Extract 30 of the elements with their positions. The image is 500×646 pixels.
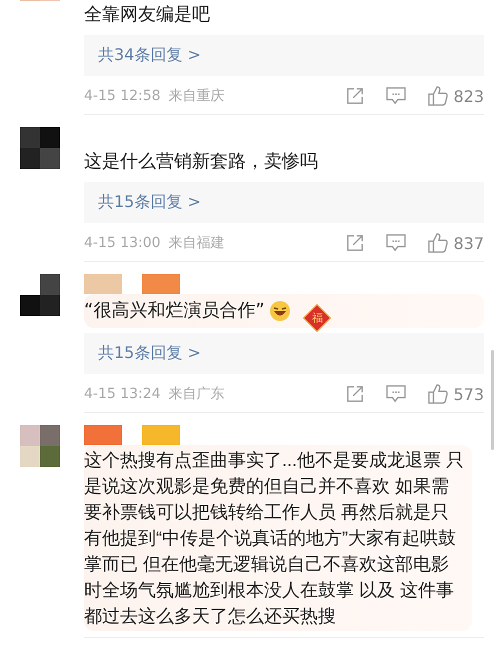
pixelated-avatar (20, 425, 60, 467)
comment-time: 4-15 13:00 (84, 235, 161, 251)
replies-link[interactable]: 共15条回复 > (84, 333, 484, 374)
pixelated-avatar (20, 274, 60, 316)
like-button[interactable]: 573 (428, 384, 484, 404)
scrollbar[interactable] (491, 350, 494, 450)
comment-time: 4-15 13:24 (84, 386, 161, 402)
share-icon[interactable] (346, 87, 364, 105)
thumbs-up-icon (428, 384, 448, 404)
fu-badge: 福 (302, 304, 331, 332)
comment-text: 这个热搜有点歪曲事实了...他不是要成龙退票 只是说这次观影是免费的但自己并不喜欢 如果需要补票钱可以把钱转给工作人员 再然后就是只有他提到“中传是个说真话的地方”大家有起哄鼓掌而已 但在他毫无逻辑说自己不喜欢这部电影时全场气氛尴尬到根本没人在鼓掌 以及 这件事都过去这么多天了怎么还买热搜 (84, 449, 466, 628)
like-button[interactable]: 837 (428, 233, 484, 253)
comment-time: 4-15 12:58 (84, 88, 161, 104)
thumbs-up-icon (428, 86, 448, 106)
comment-icon[interactable] (386, 385, 406, 403)
thumbs-up-icon (428, 233, 448, 253)
comment-text: 全靠网友编是吧 (84, 3, 210, 27)
comment-icon[interactable] (386, 234, 406, 252)
comment-text: “很高兴和烂演员合作” (84, 299, 265, 323)
comment-location: 来自重庆 (168, 87, 225, 105)
comment-location: 来自广东 (168, 385, 225, 403)
comment-text: 这是什么营销新套路，卖惨吗 (84, 150, 318, 174)
replies-link[interactable]: 共34条回复 > (84, 35, 484, 76)
like-button[interactable]: 823 (428, 86, 484, 106)
share-icon[interactable] (346, 234, 364, 252)
comment-icon[interactable] (386, 87, 406, 105)
comment-location: 来自福建 (168, 234, 225, 252)
share-icon[interactable] (346, 385, 364, 403)
pixelated-avatar (20, 127, 60, 169)
replies-link[interactable]: 共15条回复 > (84, 182, 484, 223)
